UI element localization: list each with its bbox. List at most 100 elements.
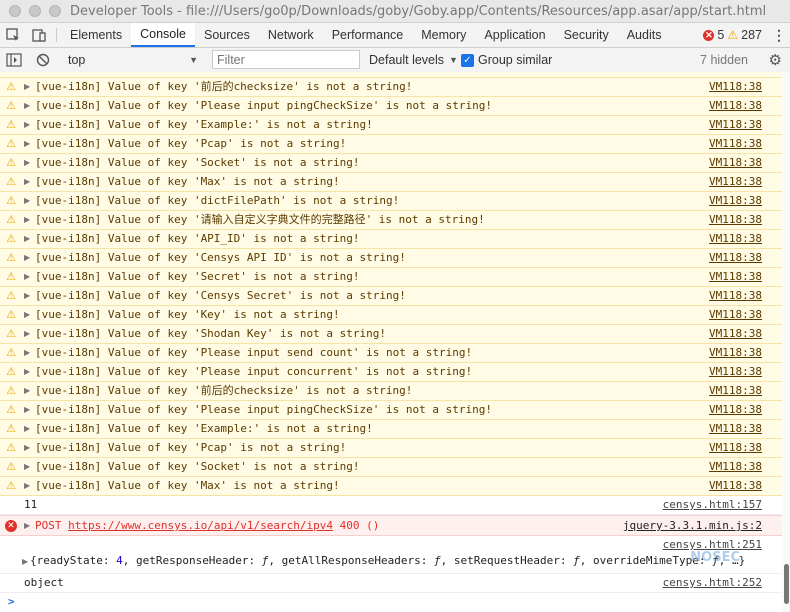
source-link[interactable]: VM118:38 [709, 460, 762, 474]
expand-caret-icon[interactable]: ▶ [24, 119, 30, 131]
clear-icon [36, 53, 50, 67]
expand-caret-icon[interactable]: ▶ [24, 252, 30, 264]
source-link[interactable]: VM118:38 [709, 308, 762, 322]
more-options-button[interactable]: ⋮ [768, 27, 790, 44]
group-similar-label: Group similar [478, 53, 553, 67]
filter-input[interactable] [212, 50, 360, 69]
source-link[interactable]: VM118:38 [709, 289, 762, 303]
tab-performance[interactable]: Performance [323, 23, 413, 47]
source-link[interactable]: jquery-3.3.1.min.js:2 [623, 519, 762, 533]
console-warning: ⚠ ▶ [vue-i18n] Value of key 'Censys API ID… [0, 249, 782, 268]
sidebar-toggle-button[interactable] [6, 48, 22, 72]
source-link[interactable]: VM118:38 [709, 175, 762, 189]
source-link[interactable]: VM118:38 [709, 365, 762, 379]
expand-caret-icon[interactable]: ▶ [24, 347, 30, 359]
expand-caret-icon[interactable]: ▶ [24, 480, 30, 492]
checkbox-checked-icon: ✓ [461, 53, 474, 67]
source-link[interactable]: VM118:38 [709, 80, 762, 94]
source-link[interactable]: VM118:38 [709, 137, 762, 151]
tab-security[interactable]: Security [555, 23, 618, 47]
console-message: 11 censys.html:157 [0, 496, 782, 515]
source-link[interactable]: VM118:38 [709, 327, 762, 341]
expand-caret-icon[interactable]: ▶ [24, 328, 30, 340]
group-similar-toggle[interactable]: ✓ Group similar [461, 48, 552, 72]
tab-application[interactable]: Application [475, 23, 554, 47]
expand-caret-icon[interactable]: ▶ [24, 290, 30, 302]
expand-caret-icon[interactable]: ▶ [24, 309, 30, 321]
warning-text: [vue-i18n] Value of key 'Max' is not a s… [35, 175, 340, 188]
warning-text: [vue-i18n] Value of key 'Shodan Key' is … [35, 327, 386, 340]
expand-caret-icon[interactable]: ▶ [24, 404, 30, 416]
warning-text: [vue-i18n] Value of key 'Socket' is not … [35, 460, 360, 473]
expand-caret-icon[interactable]: ▶ [24, 138, 30, 150]
expand-caret-icon[interactable]: ▶ [24, 100, 30, 112]
tab-memory[interactable]: Memory [412, 23, 475, 47]
warning-icon: ⚠ [6, 346, 16, 359]
expand-caret-icon[interactable]: ▶ [24, 233, 30, 245]
error-text: POST https://www.censys.io/api/v1/search… [35, 519, 379, 533]
source-link[interactable]: VM118:38 [709, 384, 762, 398]
minimize-window-button[interactable] [29, 5, 41, 17]
watermark-logo: NOSEC [690, 550, 740, 565]
tab-network[interactable]: Network [259, 23, 323, 47]
tab-console[interactable]: Console [131, 23, 195, 47]
source-link[interactable]: VM118:38 [709, 194, 762, 208]
source-link[interactable]: VM118:38 [709, 422, 762, 436]
console-warning: ⚠ ▶ [vue-i18n] Value of key 'Max' is not a… [0, 173, 782, 192]
request-url[interactable]: https://www.censys.io/api/v1/search/ipv4 [68, 519, 333, 532]
window-title: Developer Tools - file:///Users/go0p/Dow… [70, 4, 767, 19]
source-link[interactable]: VM118:38 [709, 213, 762, 227]
console-warning: ⚠ ▶ [vue-i18n] Value of key '前后的checksize'… [0, 382, 782, 401]
device-toolbar-button[interactable] [26, 23, 52, 47]
hidden-messages-count: 7 hidden [700, 53, 748, 67]
source-link[interactable]: VM118:38 [709, 346, 762, 360]
expand-caret-icon[interactable]: ▶ [24, 520, 30, 532]
source-link[interactable]: censys.html:252 [663, 576, 762, 590]
scrollbar-thumb[interactable] [784, 564, 789, 604]
object-preview[interactable]: {readyState: 4, getResponseHeader: ƒ, ge… [30, 554, 745, 568]
dropdown-arrow-icon: ▼ [449, 55, 458, 65]
source-link[interactable]: VM118:38 [709, 403, 762, 417]
object-function: ƒ [573, 554, 580, 567]
issue-counter[interactable]: ✕ 5 ⚠ 287 [703, 28, 762, 42]
close-window-button[interactable] [9, 5, 21, 17]
object-text: {readyState: [30, 554, 117, 567]
expand-caret-icon[interactable]: ▶ [24, 461, 30, 473]
expand-caret-icon[interactable]: ▶ [24, 271, 30, 283]
tab-separator [56, 28, 57, 42]
tab-sources[interactable]: Sources [195, 23, 259, 47]
context-selector[interactable]: top ▼ [64, 48, 202, 72]
source-link[interactable]: VM118:38 [709, 118, 762, 132]
log-levels-dropdown[interactable]: Default levels ▼ [369, 48, 458, 72]
source-link[interactable]: VM118:38 [709, 251, 762, 265]
source-link[interactable]: VM118:38 [709, 156, 762, 170]
expand-caret-icon[interactable]: ▶ [24, 366, 30, 378]
expand-caret-icon[interactable]: ▶ [24, 442, 30, 454]
expand-caret-icon[interactable]: ▶ [24, 81, 30, 93]
clear-console-button[interactable] [36, 48, 50, 72]
source-link[interactable]: VM118:38 [709, 99, 762, 113]
expand-caret-icon[interactable]: ▶ [24, 423, 30, 435]
expand-caret-icon[interactable]: ▶ [22, 556, 28, 568]
console-settings-button[interactable]: ⚙ [769, 48, 782, 72]
maximize-window-button[interactable] [49, 5, 61, 17]
expand-caret-icon[interactable]: ▶ [24, 385, 30, 397]
console-prompt[interactable]: > [0, 593, 782, 612]
log-text: 11 [24, 498, 38, 511]
source-link[interactable]: censys.html:157 [663, 498, 762, 512]
source-link[interactable]: VM118:38 [709, 232, 762, 246]
expand-caret-icon[interactable]: ▶ [24, 176, 30, 188]
expand-caret-icon[interactable]: ▶ [24, 157, 30, 169]
expand-caret-icon[interactable]: ▶ [24, 195, 30, 207]
console-warning: ⚠ ▶ [vue-i18n] Value of key 'Example:' is … [0, 116, 782, 135]
source-link[interactable]: VM118:38 [709, 479, 762, 493]
source-link[interactable]: VM118:38 [709, 441, 762, 455]
source-link[interactable]: VM118:38 [709, 270, 762, 284]
tab-elements[interactable]: Elements [61, 23, 131, 47]
inspect-element-button[interactable] [0, 23, 26, 47]
console-warning: ⚠ ▶ [vue-i18n] Value of key '请输入自定义字典文件的完整… [0, 211, 782, 230]
console-scrollbar[interactable] [782, 72, 790, 612]
expand-caret-icon[interactable]: ▶ [24, 214, 30, 226]
console-warning: ⚠ ▶ [vue-i18n] Value of key 'Please input … [0, 401, 782, 420]
tab-audits[interactable]: Audits [618, 23, 671, 47]
